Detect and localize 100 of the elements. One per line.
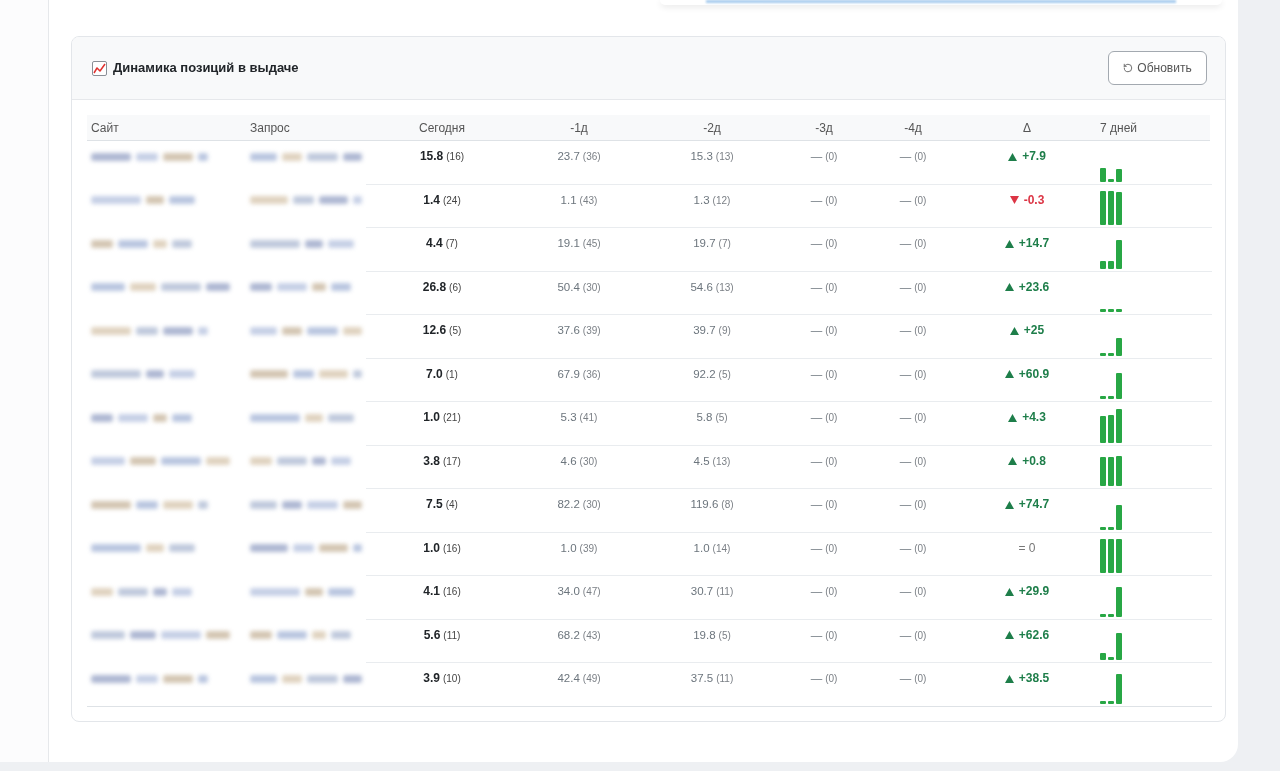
position-count: (0) <box>914 367 927 382</box>
position-count: (11) <box>716 585 734 599</box>
position-value: 5.3 <box>560 410 577 425</box>
position-value: — <box>899 149 912 164</box>
position-count: (24) <box>442 193 461 208</box>
triangle-up-icon <box>1004 283 1014 291</box>
position-value: 15.8 <box>419 149 444 164</box>
delta-value: +4.3 <box>1022 410 1046 425</box>
position-count: (0) <box>914 454 927 469</box>
position-value: 37.5 <box>690 671 714 686</box>
position-count: (7) <box>445 237 458 251</box>
position-count: (0) <box>825 454 838 469</box>
position-count: (0) <box>825 498 838 512</box>
position-value: — <box>810 410 823 425</box>
position-count: (14) <box>712 541 731 556</box>
delta-value: +38.5 <box>1018 671 1050 686</box>
position-count: (16) <box>442 541 461 556</box>
position-count: (30) <box>582 280 601 295</box>
position-value: 119.6 <box>690 497 719 512</box>
position-count: (21) <box>442 411 461 425</box>
position-value: — <box>810 671 823 686</box>
position-count: (5) <box>718 367 731 382</box>
line-chart-icon <box>92 60 107 76</box>
position-count: (5) <box>718 628 731 643</box>
position-count: (0) <box>914 324 927 338</box>
position-value: — <box>899 671 912 686</box>
position-value: — <box>810 149 823 164</box>
position-count: (0) <box>914 237 927 251</box>
bar-sparkline <box>1100 373 1122 399</box>
triangle-up-icon <box>1008 457 1018 465</box>
position-value: 7.0 <box>426 366 443 382</box>
position-count: (8) <box>721 498 734 512</box>
position-value: — <box>810 323 823 338</box>
column-header: 7 дней <box>1100 119 1137 137</box>
position-count: (16) <box>446 150 465 164</box>
position-count: (0) <box>825 541 838 556</box>
position-value: 19.1 <box>557 236 580 251</box>
position-count: (0) <box>914 411 927 425</box>
bar-sparkline <box>1100 539 1122 573</box>
position-value: 1.0 <box>693 540 710 556</box>
position-count: (30) <box>582 498 601 512</box>
delta-value: +14.7 <box>1018 236 1050 251</box>
position-value: 1.0 <box>423 410 440 425</box>
position-value: — <box>810 192 823 208</box>
position-value: 4.6 <box>560 453 577 469</box>
position-count: (7) <box>718 237 731 251</box>
position-count: (13) <box>715 150 734 164</box>
position-count: (0) <box>825 672 838 686</box>
column-header: -4д <box>904 119 922 137</box>
position-count: (4) <box>445 498 458 512</box>
position-value: 67.9 <box>557 366 580 382</box>
position-count: (0) <box>914 498 927 512</box>
triangle-up-icon <box>1004 674 1014 683</box>
position-count: (11) <box>443 628 461 643</box>
position-count: (17) <box>442 454 461 469</box>
delta-value: +74.7 <box>1018 497 1050 512</box>
position-count: (0) <box>825 585 838 599</box>
position-value: 1.0 <box>560 540 577 556</box>
position-count: (0) <box>825 237 838 251</box>
triangle-up-icon <box>1004 370 1014 378</box>
position-value: — <box>810 627 823 643</box>
column-header: Сайт <box>91 119 119 137</box>
triangle-down-icon <box>1009 196 1019 204</box>
position-value: 15.3 <box>690 149 713 164</box>
position-count: (0) <box>825 411 838 425</box>
position-count: (13) <box>715 280 734 295</box>
position-value: 4.4 <box>426 236 443 251</box>
column-header: -3д <box>815 119 833 137</box>
position-value: 4.5 <box>693 453 710 469</box>
position-count: (41) <box>579 411 598 425</box>
position-count: (0) <box>914 150 927 164</box>
position-count: (0) <box>825 193 838 208</box>
triangle-up-icon <box>1004 587 1014 596</box>
refresh-button[interactable]: Обновить <box>1108 51 1207 85</box>
position-count: (13) <box>712 454 731 469</box>
position-count: (30) <box>579 454 598 469</box>
position-value: 1.4 <box>423 192 440 208</box>
position-value: 23.7 <box>557 149 580 164</box>
position-value: 54.6 <box>690 279 713 295</box>
position-value: 82.2 <box>557 497 580 512</box>
position-count: (0) <box>825 280 838 295</box>
triangle-up-icon <box>1009 326 1019 335</box>
position-count: (0) <box>914 193 927 208</box>
bar-sparkline <box>1100 167 1122 182</box>
delta-value: +60.9 <box>1018 366 1050 382</box>
position-value: 1.1 <box>560 192 577 208</box>
column-header: -1д <box>570 119 588 137</box>
position-value: 3.8 <box>423 453 440 469</box>
position-count: (0) <box>914 585 927 599</box>
position-value: 50.4 <box>557 279 580 295</box>
triangle-up-icon <box>1004 500 1014 509</box>
bar-sparkline <box>1100 239 1122 269</box>
position-value: — <box>899 453 912 469</box>
position-value: — <box>899 410 912 425</box>
bar-sparkline <box>1100 456 1122 486</box>
position-count: (43) <box>582 628 601 643</box>
position-value: — <box>899 584 912 599</box>
position-count: (0) <box>825 367 838 382</box>
delta-value: +7.9 <box>1022 149 1046 164</box>
position-count: (36) <box>582 367 601 382</box>
